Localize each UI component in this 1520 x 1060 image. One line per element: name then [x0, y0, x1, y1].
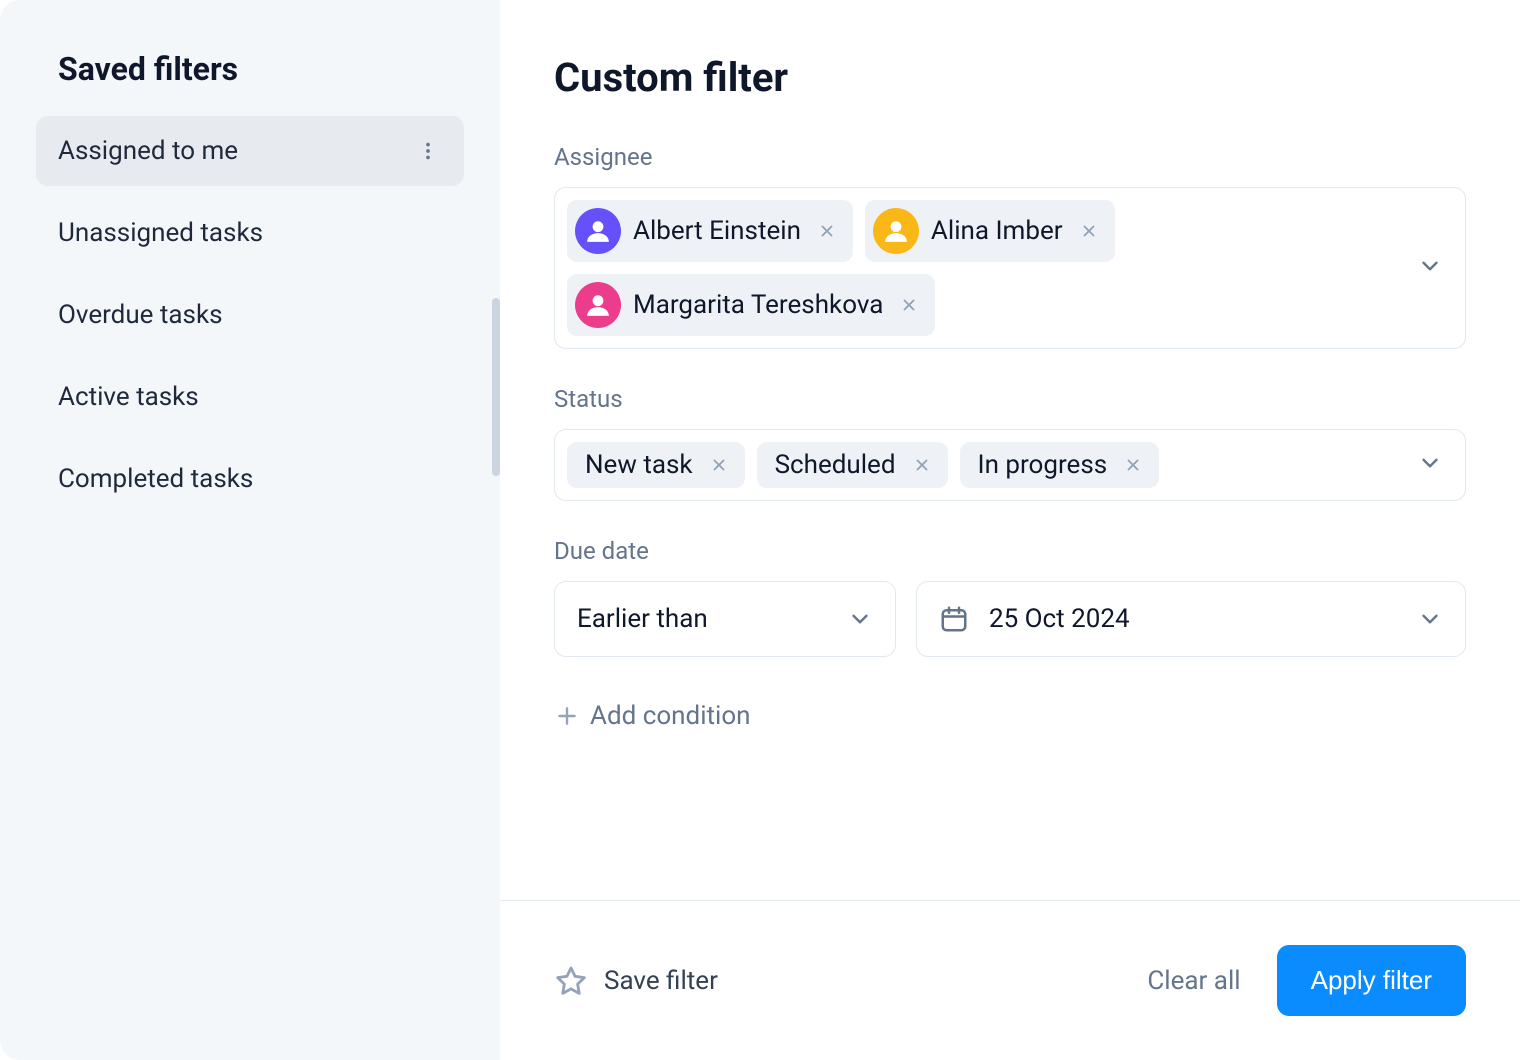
status-chip-label: Scheduled [775, 450, 896, 480]
assignee-input[interactable]: Albert Einstein Alina Imber [554, 187, 1466, 349]
footer: Save filter Clear all Apply filter [500, 900, 1520, 1060]
remove-chip-icon[interactable] [908, 451, 936, 479]
remove-chip-icon[interactable] [813, 217, 841, 245]
assignee-chip-label: Margarita Tereshkova [633, 290, 883, 320]
due-date-operator-value: Earlier than [577, 604, 708, 634]
scrollbar-thumb[interactable] [492, 298, 500, 476]
sidebar-item-label: Overdue tasks [58, 300, 223, 330]
due-date-row: Earlier than 25 Oct 2024 [554, 581, 1466, 657]
avatar [575, 208, 621, 254]
status-chip-label: In progress [978, 450, 1108, 480]
status-chip: Scheduled [757, 442, 948, 488]
sidebar-item-label: Completed tasks [58, 464, 253, 494]
add-condition-button[interactable]: Add condition [554, 693, 751, 739]
remove-chip-icon[interactable] [895, 291, 923, 319]
due-date-value: 25 Oct 2024 [989, 604, 1130, 634]
remove-chip-icon[interactable] [1075, 217, 1103, 245]
sidebar-item-active-tasks[interactable]: Active tasks [36, 362, 464, 432]
assignee-chip-label: Alina Imber [931, 216, 1063, 246]
assignee-chip: Albert Einstein [567, 200, 853, 262]
status-label: Status [554, 385, 1466, 413]
filter-dialog: Saved filters Assigned to me Unassigned … [0, 0, 1520, 1060]
due-date-operator-select[interactable]: Earlier than [554, 581, 896, 657]
clear-all-button[interactable]: Clear all [1147, 966, 1240, 996]
chevron-down-icon [1417, 606, 1443, 632]
save-filter-label: Save filter [604, 966, 718, 996]
sidebar-item-label: Assigned to me [58, 136, 238, 166]
chevron-down-icon[interactable] [1417, 450, 1443, 480]
status-chip: In progress [960, 442, 1160, 488]
assignee-label: Assignee [554, 143, 1466, 171]
assignee-chip-label: Albert Einstein [633, 216, 801, 246]
assignee-chip: Margarita Tereshkova [567, 274, 935, 336]
status-chip: New task [567, 442, 745, 488]
avatar [873, 208, 919, 254]
plus-icon [554, 703, 580, 729]
sidebar-item-completed-tasks[interactable]: Completed tasks [36, 444, 464, 514]
chevron-down-icon[interactable] [1417, 253, 1443, 283]
sidebar: Saved filters Assigned to me Unassigned … [0, 0, 500, 1060]
save-filter-button[interactable]: Save filter [554, 964, 718, 998]
due-date-picker[interactable]: 25 Oct 2024 [916, 581, 1466, 657]
avatar [575, 282, 621, 328]
sidebar-item-label: Unassigned tasks [58, 218, 263, 248]
page-title: Custom filter [554, 54, 1466, 101]
sidebar-item-overdue-tasks[interactable]: Overdue tasks [36, 280, 464, 350]
apply-filter-button[interactable]: Apply filter [1277, 945, 1466, 1016]
chevron-down-icon [847, 606, 873, 632]
sidebar-title: Saved filters [36, 50, 464, 88]
remove-chip-icon[interactable] [1119, 451, 1147, 479]
status-chip-label: New task [585, 450, 693, 480]
sidebar-item-assigned-to-me[interactable]: Assigned to me [36, 116, 464, 186]
due-date-label: Due date [554, 537, 1466, 565]
main-body: Custom filter Assignee Albert Einstein [500, 0, 1520, 900]
footer-actions: Clear all Apply filter [1147, 945, 1466, 1016]
main-panel: Custom filter Assignee Albert Einstein [500, 0, 1520, 1060]
star-icon [554, 964, 588, 998]
sidebar-item-label: Active tasks [58, 382, 199, 412]
assignee-chip: Alina Imber [865, 200, 1115, 262]
status-input[interactable]: New task Scheduled In progress [554, 429, 1466, 501]
sidebar-item-unassigned-tasks[interactable]: Unassigned tasks [36, 198, 464, 268]
add-condition-label: Add condition [590, 701, 751, 731]
remove-chip-icon[interactable] [705, 451, 733, 479]
calendar-icon [939, 604, 969, 634]
more-vertical-icon[interactable] [414, 137, 442, 165]
